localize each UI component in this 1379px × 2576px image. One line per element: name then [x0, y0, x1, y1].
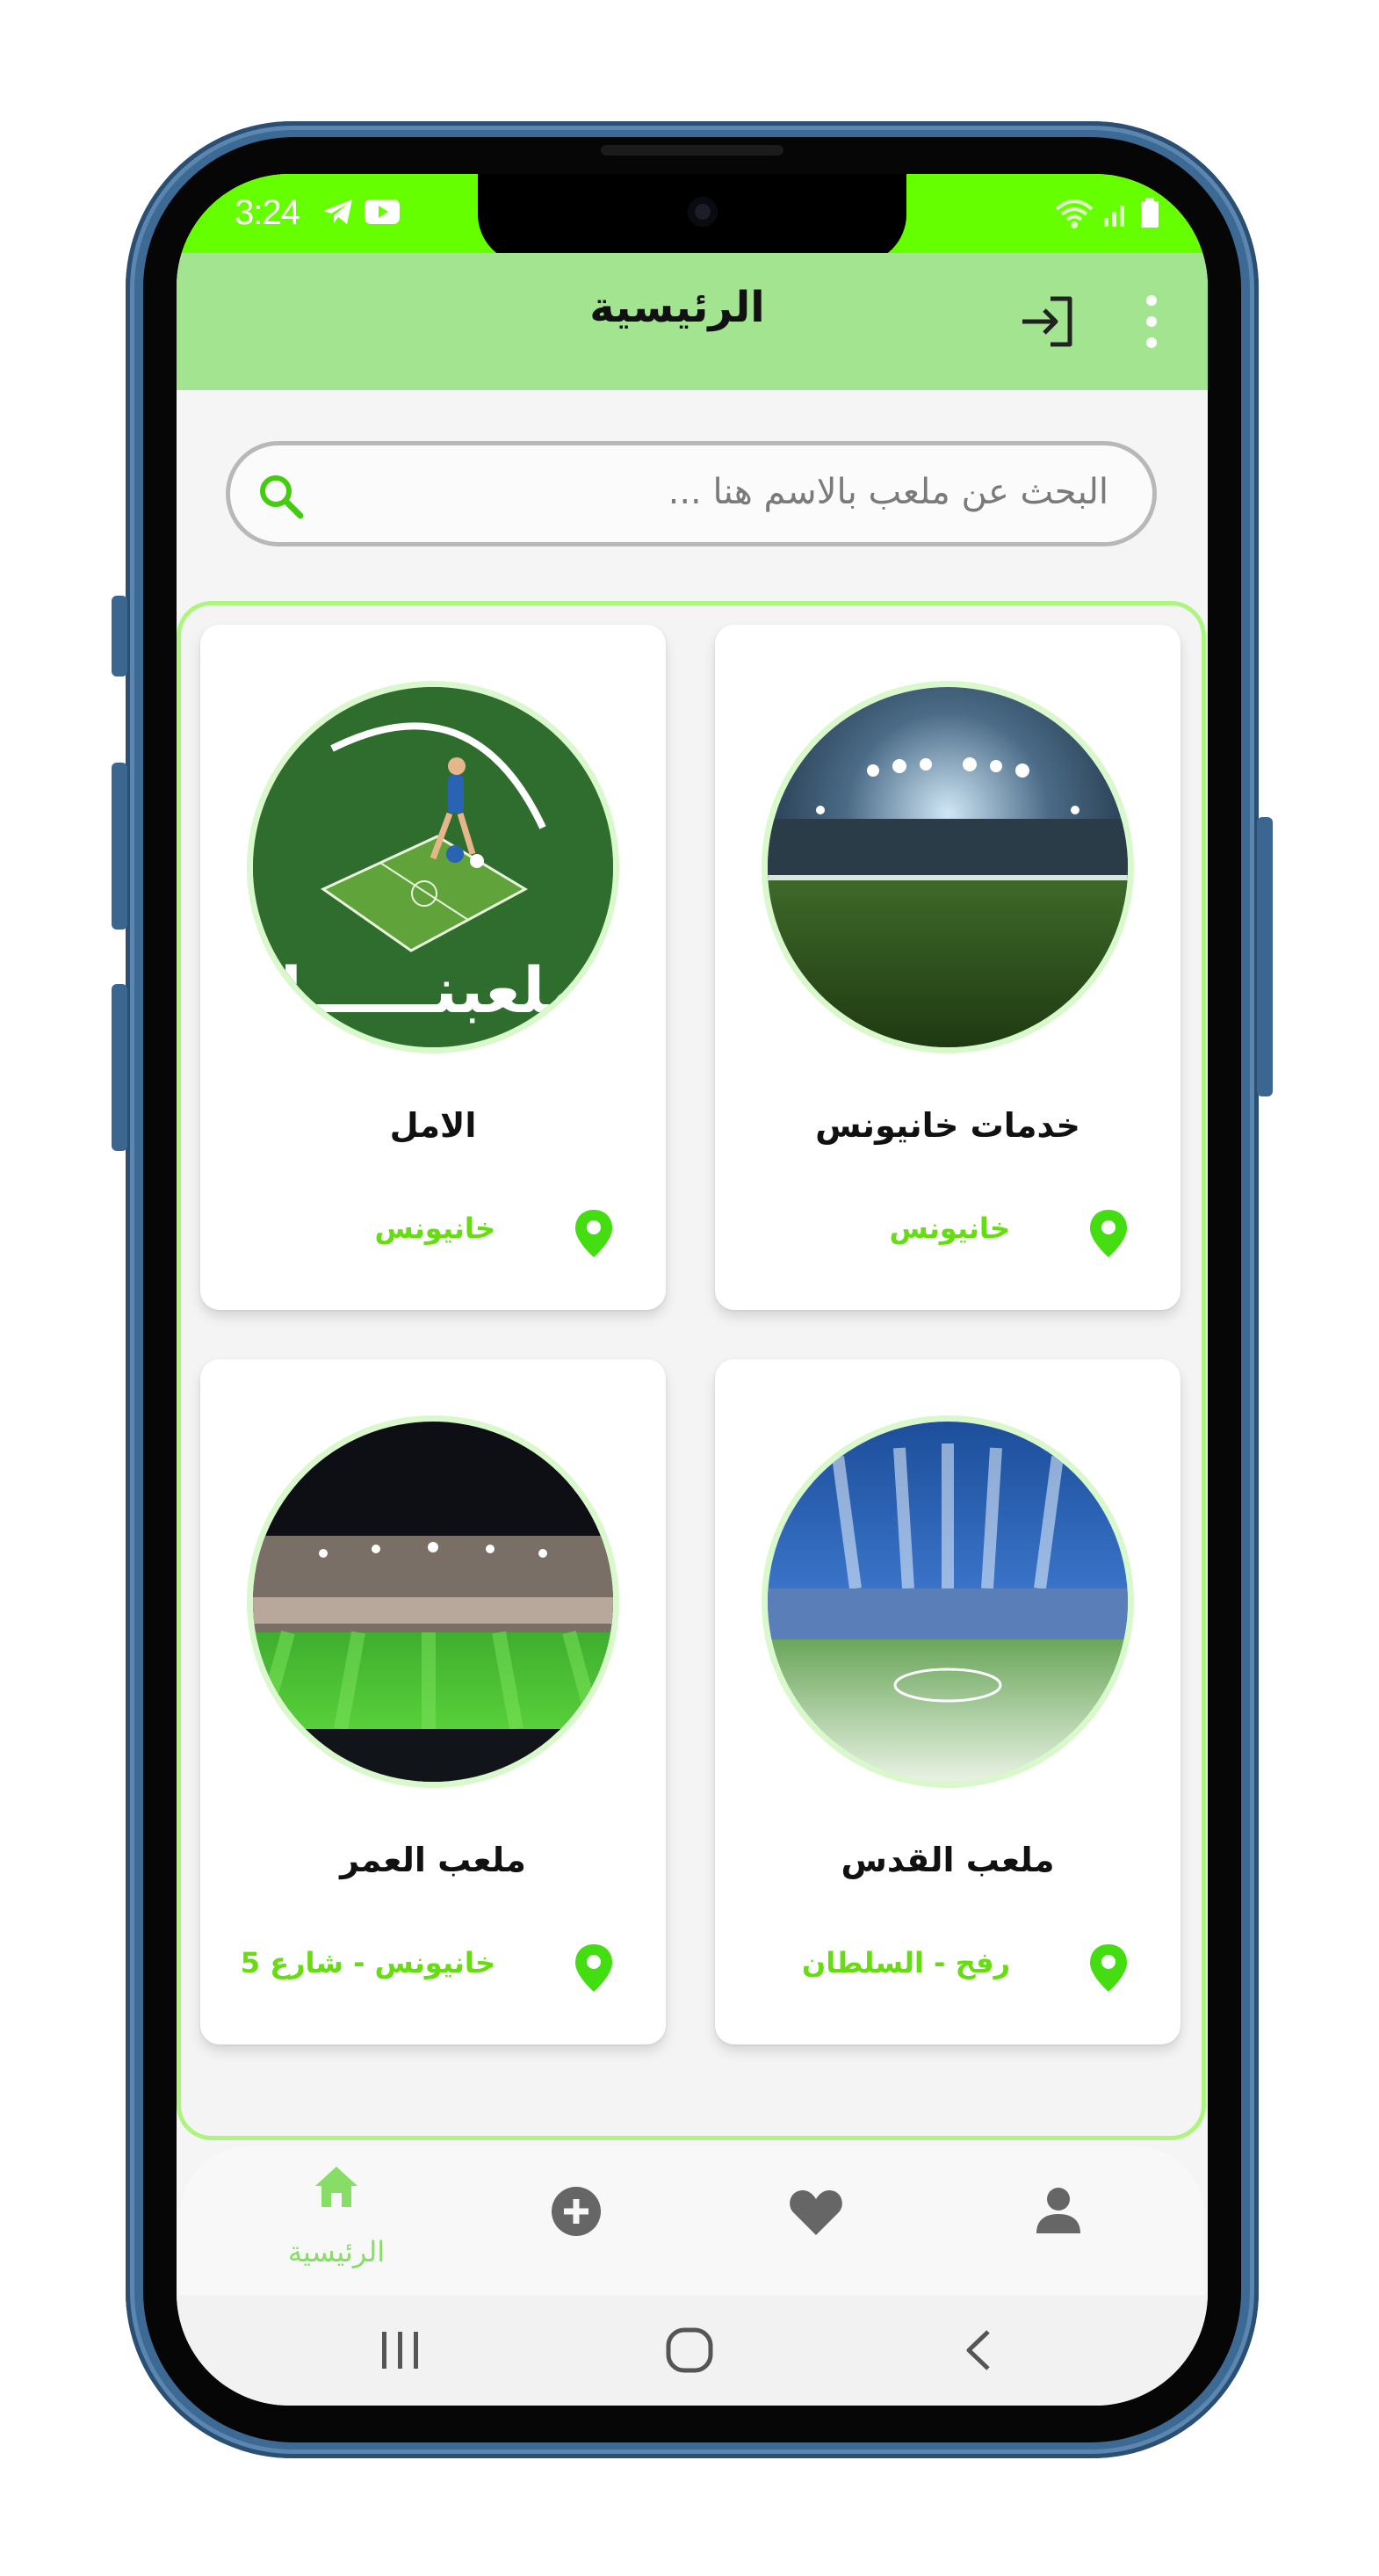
- silent-switch: [112, 596, 127, 677]
- logout-button[interactable]: [1015, 290, 1079, 353]
- bottom-navigation: الرئيسية: [180, 2145, 1204, 2295]
- power-button: [1257, 817, 1273, 1096]
- app-bar: الرئيسية: [177, 253, 1208, 390]
- stadium-name: ملعب القدس: [841, 1841, 1055, 1879]
- volume-down-button: [112, 984, 127, 1151]
- stadium-grid-inner: خدمات خانيونس خانيونس ملعبنــــــا الامل…: [200, 625, 1180, 2090]
- location-pin-icon: [1087, 1943, 1130, 1994]
- search-icon[interactable]: [256, 472, 306, 521]
- stadium-location: خانيونس: [374, 1212, 495, 1245]
- nav-home[interactable]: الرئيسية: [266, 2163, 407, 2268]
- status-icons-right: [1055, 197, 1160, 232]
- search-placeholder: البحث عن ملعب بالاسم هنا ...: [668, 472, 1108, 512]
- location-pin-icon: [1087, 1208, 1130, 1259]
- stadium-location: رفح - السلطان: [801, 1946, 1010, 1979]
- status-bar: 3:24: [177, 174, 1208, 264]
- telegram-icon: [321, 197, 355, 230]
- battery-icon: [1139, 197, 1160, 232]
- stadium-image[interactable]: [762, 1415, 1134, 1788]
- search-input[interactable]: البحث عن ملعب بالاسم هنا ...: [226, 441, 1157, 546]
- page-title: الرئيسية: [589, 283, 765, 332]
- stadium-image[interactable]: [762, 681, 1134, 1053]
- nav-profile[interactable]: [988, 2163, 1129, 2268]
- heart-icon: [788, 2188, 844, 2240]
- location-pin-icon: [573, 1943, 615, 1994]
- stadium-name: ملعب العمر: [340, 1841, 526, 1879]
- speaker-slit: [601, 145, 783, 156]
- more-vert-icon: [1143, 295, 1160, 353]
- stadium-location: خانيونس: [889, 1212, 1010, 1245]
- status-icons-left: [321, 197, 401, 230]
- person-icon: [1034, 2186, 1083, 2239]
- add-circle-icon: [551, 2186, 602, 2240]
- back-icon[interactable]: [960, 2328, 995, 2376]
- stadium-card[interactable]: ملعب العمر خانيونس - شارع 5: [200, 1359, 666, 2044]
- nav-add[interactable]: [505, 2163, 646, 2268]
- stadium-card[interactable]: ملعب القدس رفح - السلطان: [715, 1359, 1180, 2044]
- malabna-logo-text: ملعبنــــــا: [280, 953, 586, 1027]
- nav-favorites[interactable]: [746, 2163, 886, 2268]
- status-time: 3:24: [235, 193, 300, 232]
- more-menu-button[interactable]: [1143, 293, 1160, 350]
- system-nav-bar: [177, 2295, 1208, 2406]
- wifi-icon: [1055, 199, 1094, 232]
- stadium-location: خانيونس - شارع 5: [240, 1946, 495, 1979]
- stadium-card[interactable]: ملعبنــــــا الامل خانيونس: [200, 625, 666, 1310]
- youtube-icon: [364, 197, 401, 230]
- home-icon: [312, 2163, 361, 2212]
- signal-icon: [1102, 199, 1130, 232]
- front-camera: [688, 197, 718, 227]
- stadium-name: خدمات خانيونس: [815, 1106, 1080, 1145]
- recent-apps-icon[interactable]: [379, 2330, 422, 2374]
- stadium-name: الامل: [389, 1106, 477, 1145]
- stadium-card[interactable]: خدمات خانيونس خانيونس: [715, 625, 1180, 1310]
- nav-home-label: الرئيسية: [287, 2235, 386, 2268]
- volume-up-button: [112, 763, 127, 930]
- logout-icon: [1015, 296, 1079, 357]
- stadium-image[interactable]: ملعبنــــــا: [247, 681, 619, 1053]
- stadium-grid: خدمات خانيونس خانيونس ملعبنــــــا الامل…: [177, 601, 1206, 2140]
- stadium-image[interactable]: [247, 1415, 619, 1788]
- home-circle-icon[interactable]: [665, 2326, 714, 2377]
- location-pin-icon: [573, 1208, 615, 1259]
- phone-screen: 3:24 الرئيسية البحث عن ملعب بالاسم هنا .…: [177, 174, 1208, 2406]
